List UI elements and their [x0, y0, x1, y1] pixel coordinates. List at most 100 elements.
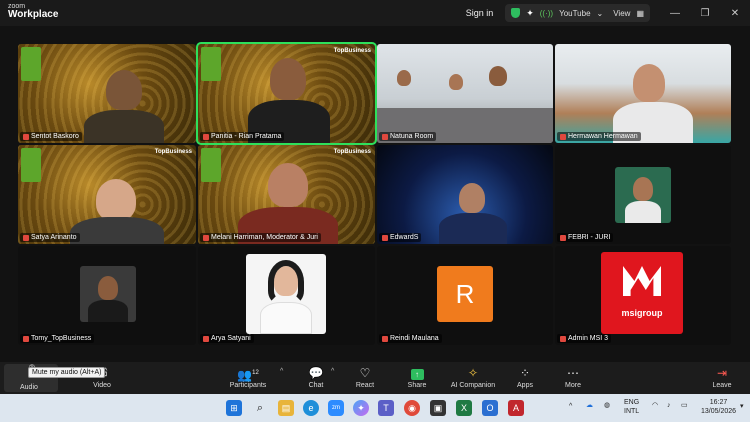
- video-tile[interactable]: TopBusiness Satya Arinanto: [18, 145, 196, 244]
- zoom-icon[interactable]: zm: [328, 400, 344, 416]
- video-tile[interactable]: FEBRI - JURI: [555, 145, 731, 244]
- avatar: R: [437, 266, 493, 322]
- participant-thumbnail: [80, 266, 136, 322]
- clock[interactable]: 16:27 13/05/2026: [701, 398, 736, 416]
- chrome-icon[interactable]: ◉: [404, 400, 420, 416]
- mic-muted-icon: [560, 234, 566, 241]
- mic-muted-icon: [382, 234, 388, 241]
- brand-watermark: TopBusiness: [154, 149, 192, 155]
- sync-icon[interactable]: ☁: [586, 401, 593, 410]
- video-tile[interactable]: Natuna Room: [377, 44, 553, 143]
- leave-button[interactable]: ⇥ Leave: [696, 365, 748, 389]
- participants-options-caret[interactable]: ^: [280, 368, 283, 375]
- minimize-button[interactable]: —: [660, 8, 690, 19]
- mic-muted-icon: [23, 133, 29, 140]
- video-tile[interactable]: Sentot Baskoro: [18, 44, 196, 143]
- window-titlebar: zoom Workplace Sign in ✦ ((·)) YouTube ⌄…: [0, 0, 750, 26]
- youtube-stream-label[interactable]: YouTube: [559, 9, 590, 18]
- teams-tray-icon[interactable]: ◍: [604, 401, 610, 410]
- brand-watermark: TopBusiness: [333, 48, 371, 54]
- edge-icon[interactable]: e: [303, 400, 319, 416]
- participant-nametag: Sentot Baskoro: [20, 132, 82, 141]
- participant-nametag: Satya Arinanto: [20, 233, 80, 242]
- participant-face: [96, 179, 136, 221]
- participant-face: [106, 70, 142, 110]
- restore-button[interactable]: ❐: [690, 8, 720, 19]
- livestream-icon: ((·)): [539, 8, 554, 18]
- chevron-down-icon[interactable]: ⌄: [597, 9, 604, 18]
- mic-muted-icon: [203, 234, 209, 241]
- volume-icon[interactable]: ♪: [667, 401, 671, 410]
- ai-companion-button[interactable]: ✧ AI Companion: [442, 365, 504, 389]
- mic-muted-icon: [23, 335, 29, 342]
- participant-nametag: Reindi Maulana: [379, 334, 442, 343]
- file-explorer-icon[interactable]: ▤: [278, 400, 294, 416]
- windows-start-icon[interactable]: ⊞: [226, 400, 242, 416]
- outlook-icon[interactable]: O: [482, 400, 498, 416]
- participant-body: [84, 110, 164, 143]
- participant-nametag: Panitia - Rian Pratama: [200, 132, 285, 141]
- video-tile[interactable]: Tomy_TopBusiness: [18, 246, 196, 345]
- mic-muted-icon: [382, 335, 388, 342]
- mic-muted-icon: [560, 133, 566, 140]
- participant-face: [459, 183, 485, 213]
- msi-logo: msigroup: [601, 252, 683, 334]
- brand-watermark: TopBusiness: [333, 149, 371, 155]
- video-tile[interactable]: Hermawan Hermawan: [555, 44, 731, 143]
- view-button-label[interactable]: View: [613, 9, 630, 18]
- wifi-icon[interactable]: ◠: [652, 401, 658, 410]
- msi-mark-icon: [623, 266, 661, 296]
- video-tile[interactable]: msigroup Admin MSI 3: [555, 246, 731, 345]
- participant-body: [70, 217, 164, 244]
- ai-sparkle-icon[interactable]: ✦: [526, 8, 534, 19]
- video-tile-active-speaker[interactable]: TopBusiness Panitia - Rian Pratama: [196, 42, 377, 145]
- event-badge: [201, 47, 221, 81]
- search-icon[interactable]: ⌕: [252, 400, 268, 416]
- meeting-status-pill: ✦ ((·)) YouTube ⌄ View ▦: [505, 4, 650, 22]
- teams-icon[interactable]: T: [378, 400, 394, 416]
- zoom-logo: zoom Workplace: [8, 3, 58, 20]
- mic-muted-icon: [23, 234, 29, 241]
- participant-nametag: Melani Harriman, Moderator & Juri: [200, 233, 321, 242]
- os-taskbar: ⊞ ⌕ ▤ e zm ✦ T ◉ ▣ X O A ^ ☁ ◍ ENG INTL …: [0, 394, 750, 422]
- apps-icon: ⁘: [519, 366, 531, 380]
- sign-in-link[interactable]: Sign in: [466, 8, 494, 18]
- event-badge: [201, 148, 221, 182]
- participant-nametag: Arya Satyani: [200, 334, 254, 343]
- language-indicator[interactable]: ENG INTL: [624, 398, 639, 416]
- participant-thumbnail: [615, 167, 671, 223]
- mic-muted-icon: [203, 133, 209, 140]
- react-button[interactable]: ♡ React: [339, 365, 391, 389]
- participant-face: [397, 70, 411, 86]
- apps-button[interactable]: ⁘ Apps: [499, 365, 551, 389]
- participant-face: [489, 66, 507, 86]
- participant-face: [270, 58, 306, 100]
- shield-icon[interactable]: [511, 8, 521, 18]
- store-icon[interactable]: ▣: [430, 400, 446, 416]
- participant-nametag: Hermawan Hermawan: [557, 132, 641, 141]
- chat-options-caret[interactable]: ^: [331, 368, 334, 375]
- battery-icon[interactable]: ▭: [681, 401, 688, 410]
- share-screen-icon: ↑: [391, 365, 443, 381]
- more-button[interactable]: ⋯ More: [547, 365, 599, 389]
- copilot-icon[interactable]: ✦: [353, 400, 369, 416]
- video-tile[interactable]: EdwardS: [377, 145, 553, 244]
- pdf-icon[interactable]: A: [508, 400, 524, 416]
- participants-icon: 👥12: [237, 368, 259, 382]
- share-button[interactable]: ↑ Share: [391, 365, 443, 389]
- excel-icon[interactable]: X: [456, 400, 472, 416]
- video-tile[interactable]: TopBusiness Melani Harriman, Moderator &…: [198, 145, 375, 244]
- participant-nametag: FEBRI - JURI: [557, 233, 614, 242]
- video-tile[interactable]: Arya Satyani: [198, 246, 375, 345]
- close-button[interactable]: ✕: [720, 8, 750, 19]
- heart-icon: ♡: [359, 366, 371, 380]
- participant-face: [449, 74, 463, 90]
- video-tile[interactable]: R Reindi Maulana: [377, 246, 553, 345]
- logo-workplace-text: Workplace: [8, 9, 59, 20]
- chevron-up-icon[interactable]: ^: [569, 402, 572, 411]
- video-gallery: Sentot Baskoro TopBusiness Panitia - Ria…: [0, 26, 750, 362]
- notifications-icon[interactable]: ▾: [740, 402, 744, 411]
- participants-button[interactable]: 👥12 Participants: [222, 365, 274, 389]
- mic-muted-icon: [382, 133, 388, 140]
- grid-icon[interactable]: ▦: [636, 9, 644, 18]
